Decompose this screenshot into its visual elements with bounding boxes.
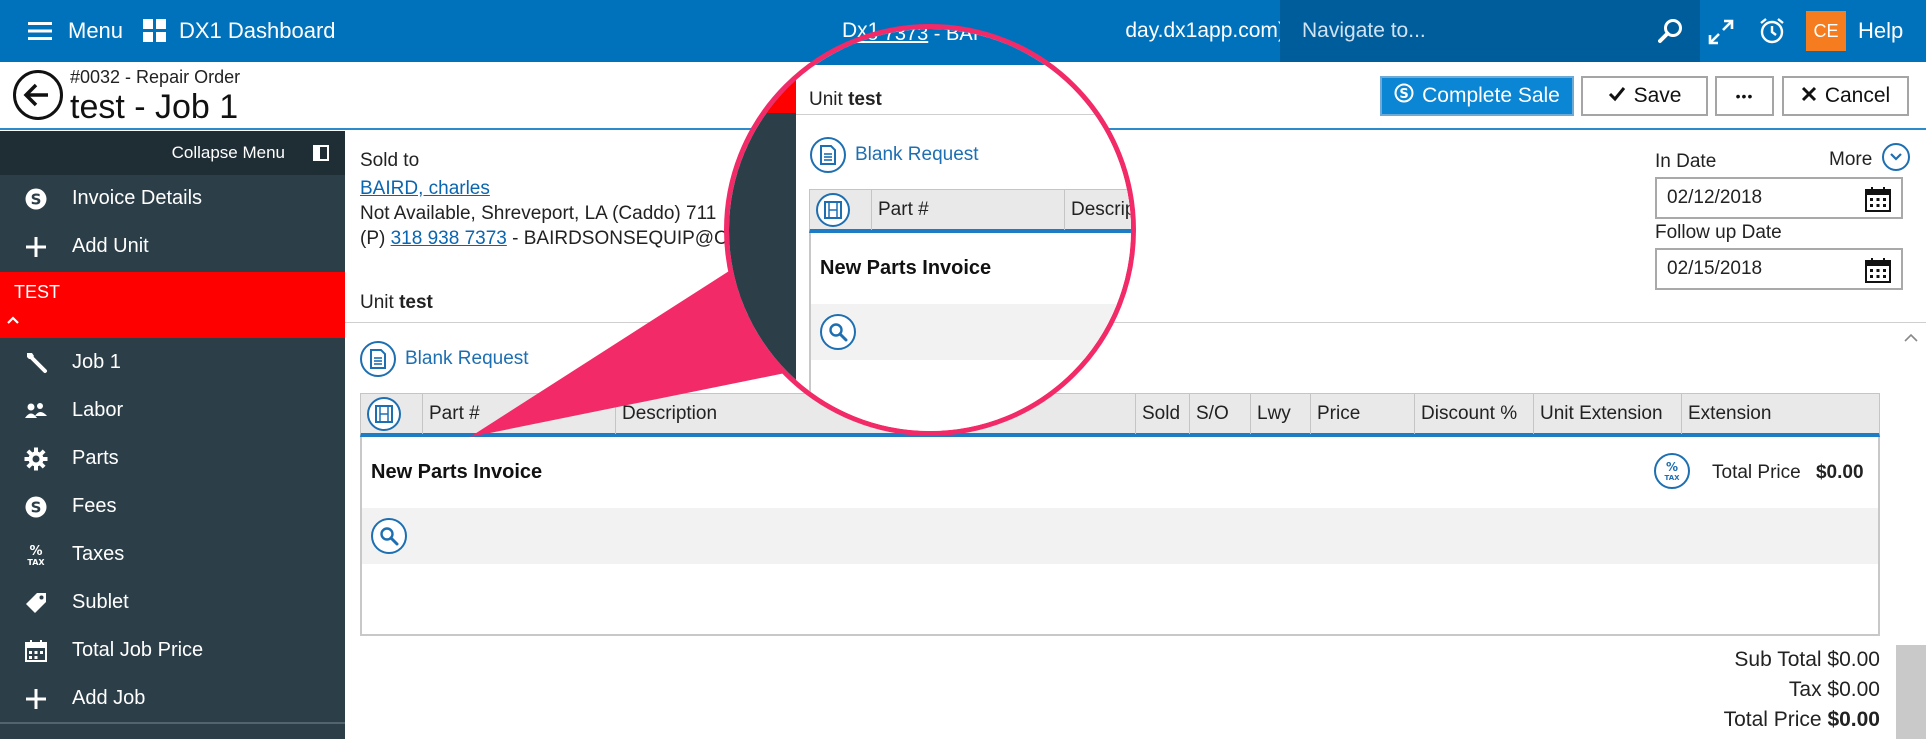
magnifier-red-section (729, 79, 796, 113)
search-icon (820, 314, 856, 350)
magnifier-unit-value: test (848, 89, 882, 110)
magnifier-part-column: Part # (871, 190, 1064, 230)
magnifier-search-row (811, 304, 1131, 360)
document-icon (810, 137, 846, 173)
magnifier-dash: - BAI (928, 24, 979, 45)
magnifier-section-title: New Parts Invoice (820, 257, 992, 279)
magnifier-grid-header: Part # Descrip (809, 189, 1131, 233)
film-icon (816, 193, 850, 227)
magnifier-content: 18 938 7373 - BAI Unit test Blank Reques… (729, 29, 1131, 431)
magnifier-unit-heading: Unit test (809, 89, 882, 111)
magnifier-callout: 18 938 7373 - BAI Unit test Blank Reques… (724, 24, 1136, 436)
magnifier-description-column: Descrip (1064, 190, 1131, 230)
magnifier-blank-request: Blank Request (855, 144, 979, 165)
magnifier-unit-label: Unit (809, 89, 849, 110)
